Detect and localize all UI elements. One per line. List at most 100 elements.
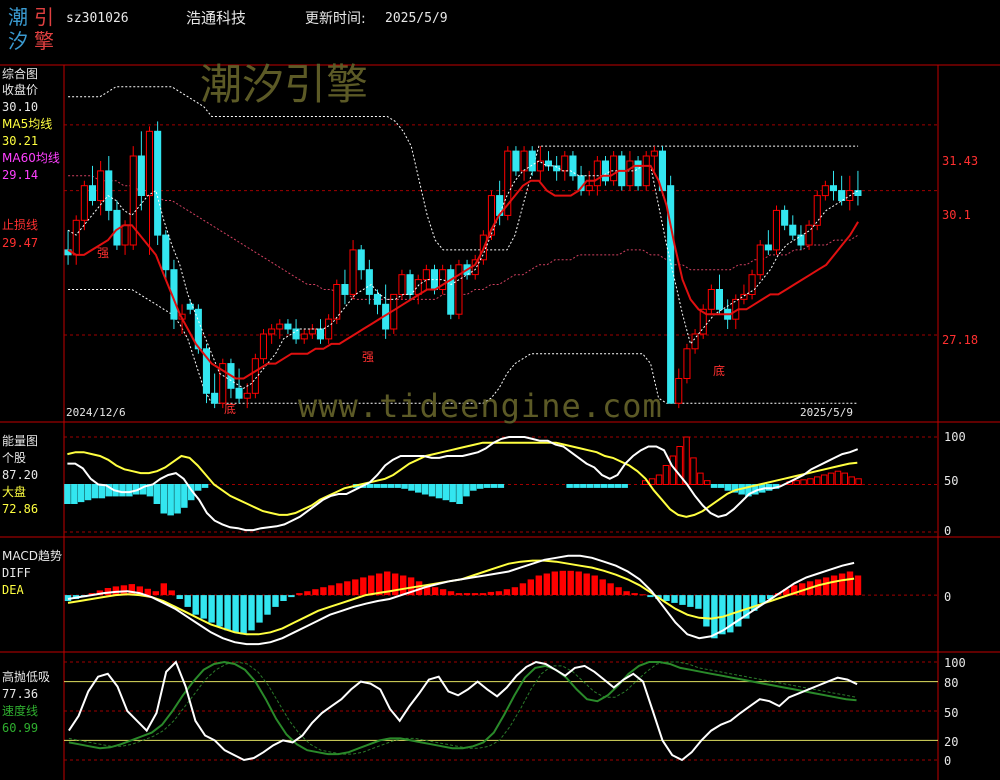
candle-body bbox=[365, 269, 373, 295]
macd-bar bbox=[639, 594, 646, 596]
energy-bar bbox=[463, 484, 470, 497]
update-date: 2025/5/9 bbox=[385, 11, 448, 26]
macd-bar bbox=[184, 595, 191, 607]
macd-bar bbox=[471, 593, 479, 596]
candle-body bbox=[528, 150, 536, 172]
energy-bar bbox=[126, 484, 133, 497]
macd-bar bbox=[695, 595, 702, 609]
macd-bar bbox=[846, 571, 854, 595]
logo-char-1: 潮 bbox=[8, 5, 28, 29]
logo-char-2: 引 bbox=[34, 5, 54, 29]
energy-bar bbox=[848, 476, 855, 485]
bottom-mark: 底 bbox=[713, 364, 726, 378]
candle-body bbox=[805, 224, 813, 246]
candle-body bbox=[145, 130, 153, 197]
macd-bar bbox=[352, 579, 359, 596]
stock-energy-label: 个股 bbox=[2, 451, 27, 465]
energy-bar bbox=[820, 474, 828, 485]
logo-char-3: 汐 bbox=[8, 29, 28, 53]
candle-body bbox=[211, 392, 219, 404]
macd-bar bbox=[112, 586, 120, 595]
macd-bar bbox=[575, 571, 582, 595]
energy-bar bbox=[855, 478, 862, 485]
candle-body bbox=[316, 328, 324, 340]
energy-bar bbox=[621, 484, 628, 488]
energy-bar bbox=[662, 465, 670, 485]
candle-body bbox=[789, 224, 797, 236]
speed-line-label: 速度线 bbox=[2, 704, 39, 718]
close-label: 收盘价 bbox=[2, 83, 39, 97]
energy-bar bbox=[373, 484, 381, 488]
energy-title: 能量图 bbox=[2, 434, 39, 448]
macd-bar bbox=[344, 581, 351, 595]
energy-bar bbox=[428, 484, 436, 497]
energy-bar bbox=[408, 484, 415, 491]
macd-bar bbox=[687, 595, 694, 607]
candle-body bbox=[585, 185, 593, 192]
candle-body bbox=[243, 392, 251, 399]
macd-bar bbox=[280, 595, 287, 601]
macd-bar bbox=[559, 570, 566, 596]
energy-bar bbox=[807, 478, 814, 485]
energy-bar bbox=[580, 484, 587, 488]
candle-body bbox=[414, 279, 422, 295]
y-tick-label: 27.18 bbox=[942, 333, 979, 347]
candle-body bbox=[251, 358, 259, 394]
watermark-url: www.tideengine.com bbox=[298, 387, 663, 425]
energy-bar bbox=[717, 484, 725, 488]
candle-body bbox=[373, 293, 381, 305]
macd-bar bbox=[160, 583, 167, 596]
energy-bar bbox=[724, 484, 732, 491]
y-tick-label: 0 bbox=[944, 754, 952, 768]
macd-bar bbox=[527, 579, 534, 596]
energy-bar bbox=[449, 484, 456, 503]
energy-bar bbox=[119, 484, 126, 497]
candle-body bbox=[797, 234, 805, 246]
candle-body bbox=[634, 160, 642, 187]
oscillator-value: 77.36 bbox=[2, 687, 39, 701]
ma60-label: MA60均线 bbox=[2, 151, 60, 165]
macd-bar bbox=[591, 575, 598, 596]
strong-mark: 强 bbox=[97, 246, 110, 260]
candle-body bbox=[821, 185, 829, 197]
candle-body bbox=[561, 155, 569, 172]
y-tick-label: 50 bbox=[944, 474, 959, 488]
energy-bar bbox=[394, 484, 401, 488]
logo-char-4: 擎 bbox=[34, 29, 54, 53]
energy-bar bbox=[793, 480, 800, 486]
candle-body bbox=[626, 160, 634, 187]
macd-bar bbox=[288, 595, 295, 598]
stock-energy-value: 87.20 bbox=[2, 468, 39, 482]
energy-bar bbox=[800, 479, 807, 486]
macd-bar bbox=[671, 595, 678, 603]
candle-body bbox=[333, 284, 341, 320]
macd-bar bbox=[447, 591, 455, 596]
candle-body bbox=[536, 160, 544, 172]
energy-bar bbox=[401, 484, 408, 489]
stock-name: 浩通科技 bbox=[186, 9, 247, 27]
start-date-label: 2024/12/6 bbox=[66, 406, 126, 419]
energy-bar bbox=[814, 476, 821, 485]
energy-bar bbox=[587, 484, 594, 488]
energy-bar bbox=[834, 470, 842, 486]
energy-bar bbox=[497, 484, 505, 488]
macd-bar bbox=[551, 571, 558, 595]
energy-bar bbox=[470, 484, 477, 491]
energy-bar bbox=[201, 484, 209, 488]
macd-bar bbox=[152, 591, 159, 596]
candle-body bbox=[276, 323, 284, 330]
candle-body bbox=[772, 209, 781, 251]
macd-bar bbox=[838, 573, 846, 596]
energy-bar bbox=[490, 484, 498, 488]
bottom-mark: 底 bbox=[224, 402, 237, 416]
macd-title: MACD趋势 bbox=[2, 549, 62, 563]
macd-bar bbox=[200, 595, 207, 619]
macd-bar bbox=[583, 573, 590, 596]
candle-body bbox=[97, 170, 105, 202]
macd-bar bbox=[759, 595, 766, 603]
candle-body bbox=[137, 155, 145, 196]
ma5-label: MA5均线 bbox=[2, 117, 53, 131]
macd-bar bbox=[192, 595, 199, 615]
ma60-value: 29.14 bbox=[2, 168, 39, 182]
macd-bar bbox=[615, 587, 622, 595]
